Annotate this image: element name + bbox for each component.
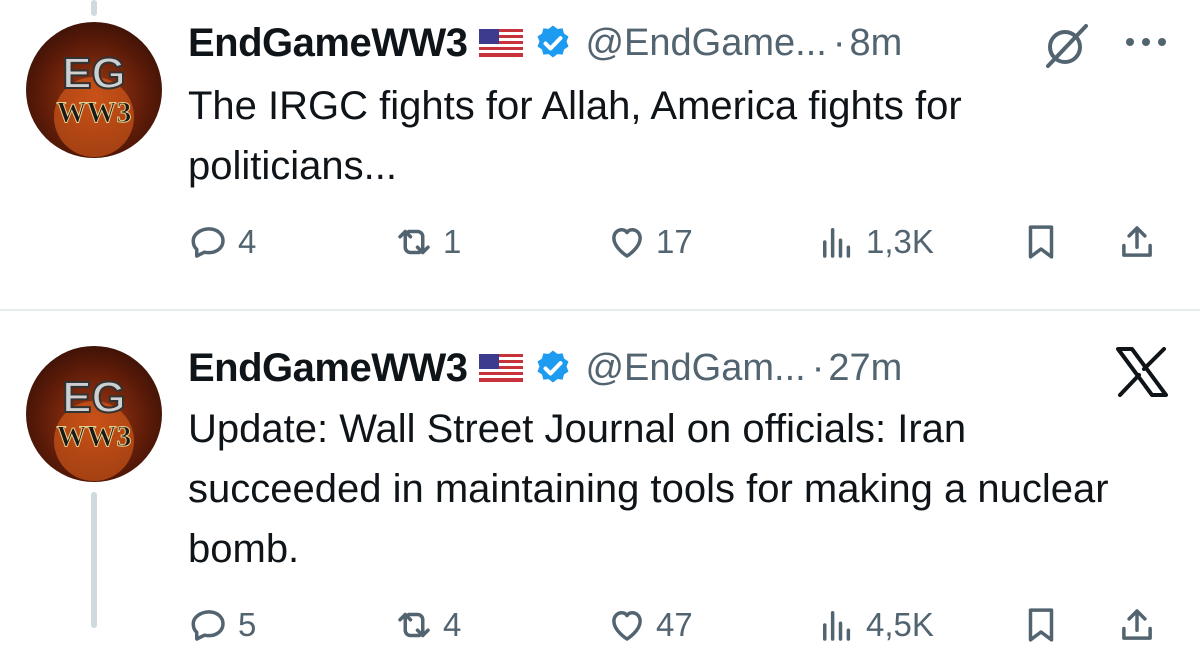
avatar-logo-icon: EG WW3	[54, 48, 134, 157]
like-count: 47	[656, 606, 693, 643]
us-flag-icon	[479, 29, 524, 57]
tweet[interactable]: EG WW3 EndGameWW3 @EndGam... · 27m Updat…	[0, 311, 1200, 643]
tweet-header: EndGameWW3 @EndGame... · 8m	[188, 18, 902, 68]
handle[interactable]: @EndGame...	[585, 22, 826, 65]
reply-icon	[191, 610, 225, 641]
tweet-actions: 5 4 47 4,5K	[188, 603, 1168, 647]
reply-button[interactable]: 4	[188, 220, 256, 264]
heart-icon	[612, 228, 642, 258]
view-count: 4,5K	[866, 606, 934, 643]
views-icon	[823, 228, 851, 258]
avatar[interactable]: EG WW3	[26, 346, 162, 482]
like-count: 17	[656, 223, 693, 260]
reply-icon	[191, 227, 225, 258]
views-button[interactable]: 4,5K	[816, 603, 934, 647]
more-options-icon[interactable]	[1122, 34, 1170, 50]
reply-count: 5	[238, 606, 257, 643]
avatar[interactable]: EG WW3	[26, 22, 162, 158]
timestamp[interactable]: 8m	[849, 22, 902, 65]
tweet[interactable]: EG WW3 EndGameWW3 @EndGame... · 8m The I…	[0, 0, 1200, 310]
bookmark-button[interactable]	[1020, 220, 1062, 264]
handle[interactable]: @EndGam...	[585, 347, 805, 390]
view-count: 1,3K	[866, 223, 934, 260]
views-button[interactable]: 1,3K	[816, 220, 934, 264]
share-icon	[1122, 609, 1152, 640]
share-button[interactable]	[1116, 603, 1158, 647]
tweet-text: Update: Wall Street Journal on officials…	[188, 407, 1109, 571]
views-icon	[823, 611, 851, 641]
like-button[interactable]: 47	[606, 603, 693, 647]
repost-icon	[398, 612, 430, 638]
thread-line	[91, 492, 97, 628]
bookmark-icon	[1028, 608, 1054, 642]
tweet-header: EndGameWW3 @EndGam... · 27m	[188, 343, 902, 393]
display-name[interactable]: EndGameWW3	[188, 21, 468, 66]
like-button[interactable]: 17	[606, 220, 693, 264]
repost-button[interactable]: 4	[393, 603, 461, 647]
bookmark-button[interactable]	[1020, 603, 1062, 647]
tweet-text: The IRGC fights for Allah, America fight…	[188, 84, 962, 188]
tweet-actions: 4 1 17 1,3K	[188, 220, 1168, 264]
x-logo-icon[interactable]	[1114, 347, 1170, 397]
heart-icon	[612, 611, 642, 641]
svg-text:EG: EG	[62, 373, 126, 422]
grok-icon[interactable]	[1040, 20, 1092, 72]
us-flag-icon	[479, 354, 524, 382]
verified-badge-icon	[537, 25, 569, 58]
repost-icon	[398, 229, 430, 255]
svg-text:EG: EG	[62, 49, 126, 98]
bookmark-icon	[1028, 225, 1054, 259]
separator-dot: ·	[811, 346, 825, 389]
reply-button[interactable]: 5	[188, 603, 256, 647]
avatar-logo-icon: EG WW3	[54, 372, 134, 481]
repost-button[interactable]: 1	[393, 220, 461, 264]
separator-dot: ·	[832, 21, 846, 64]
repost-count: 1	[443, 223, 462, 260]
svg-text:WW3: WW3	[57, 96, 132, 129]
svg-text:WW3: WW3	[57, 420, 132, 453]
share-button[interactable]	[1116, 220, 1158, 264]
repost-count: 4	[443, 606, 462, 643]
display-name[interactable]: EndGameWW3	[188, 346, 468, 391]
verified-badge-icon	[537, 350, 569, 383]
reply-count: 4	[238, 223, 257, 260]
timestamp[interactable]: 27m	[828, 347, 902, 390]
share-icon	[1122, 226, 1152, 257]
